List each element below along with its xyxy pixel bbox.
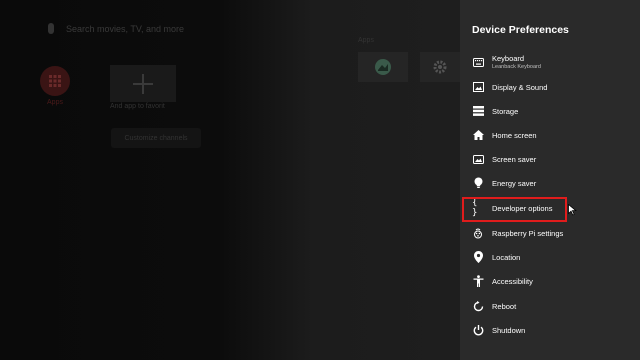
menu-item-label: Shutdown <box>492 325 526 335</box>
apps-grid-icon <box>40 66 70 96</box>
menu-item-label: Keyboard <box>492 54 525 63</box>
add-app-label: And app to favorit <box>110 103 165 110</box>
location-pin-icon <box>472 251 484 263</box>
menu-item-screen-saver[interactable]: Screen saver <box>460 147 640 171</box>
menu-item-reboot[interactable]: Reboot <box>460 294 640 318</box>
device-preferences-panel: Device Preferences Keyboard Leanback Keyb… <box>460 0 640 360</box>
home-icon <box>472 129 484 141</box>
lightbulb-icon <box>472 177 484 189</box>
plus-icon <box>133 73 153 94</box>
reboot-icon <box>472 300 484 312</box>
mouse-cursor-icon <box>568 203 577 221</box>
keyboard-icon <box>472 56 484 68</box>
apps-row-label: Apps <box>358 37 374 44</box>
image-icon <box>472 81 484 93</box>
menu-item-energy-saver[interactable]: Energy saver <box>460 171 640 195</box>
search-placeholder: Search movies, TV, and more <box>66 23 185 34</box>
menu-item-storage[interactable]: Storage <box>460 99 640 123</box>
power-icon <box>472 324 484 336</box>
app-logo-icon <box>375 59 391 75</box>
add-app-tile[interactable] <box>110 65 176 102</box>
menu-item-shutdown[interactable]: Shutdown <box>460 318 640 342</box>
gear-icon <box>433 60 447 74</box>
menu-item-label: Location <box>492 252 521 262</box>
storage-icon <box>472 105 484 117</box>
apps-launcher[interactable]: Apps <box>40 66 70 106</box>
menu-item-display-sound[interactable]: Display & Sound <box>460 75 640 99</box>
raspberry-icon <box>472 227 484 239</box>
menu-item-sublabel: Leanback Keyboard <box>492 64 541 70</box>
menu-item-label: Raspberry Pi settings <box>492 228 564 238</box>
menu-item-raspberry-pi-settings[interactable]: Raspberry Pi settings <box>460 221 640 245</box>
menu-item-label: Reboot <box>492 301 517 311</box>
menu-item-accessibility[interactable]: Accessibility <box>460 269 640 293</box>
selection-highlight <box>462 197 567 222</box>
accessibility-icon <box>472 275 484 287</box>
microphone-icon <box>48 23 54 34</box>
search-bar[interactable]: Search movies, TV, and more <box>48 23 184 34</box>
customize-channels-button[interactable]: Customize channels <box>111 128 201 148</box>
settings-app-tile[interactable] <box>420 52 460 82</box>
screen: Search movies, TV, and more Apps And app… <box>0 0 640 360</box>
screensaver-icon <box>472 153 484 165</box>
menu-item-label: Home screen <box>492 130 537 140</box>
menu-item-home-screen[interactable]: Home screen <box>460 123 640 147</box>
menu-item-keyboard[interactable]: Keyboard Leanback Keyboard <box>460 48 640 76</box>
menu-item-location[interactable]: Location <box>460 245 640 269</box>
menu-item-label: Screen saver <box>492 154 537 164</box>
menu-item-label: Accessibility <box>492 276 533 286</box>
panel-title: Device Preferences <box>472 24 569 36</box>
menu-item-label: Display & Sound <box>492 82 548 92</box>
menu-item-label: Energy saver <box>492 178 537 188</box>
app-tile[interactable] <box>358 52 408 82</box>
apps-label: Apps <box>47 99 63 106</box>
menu-item-label: Storage <box>492 106 519 116</box>
